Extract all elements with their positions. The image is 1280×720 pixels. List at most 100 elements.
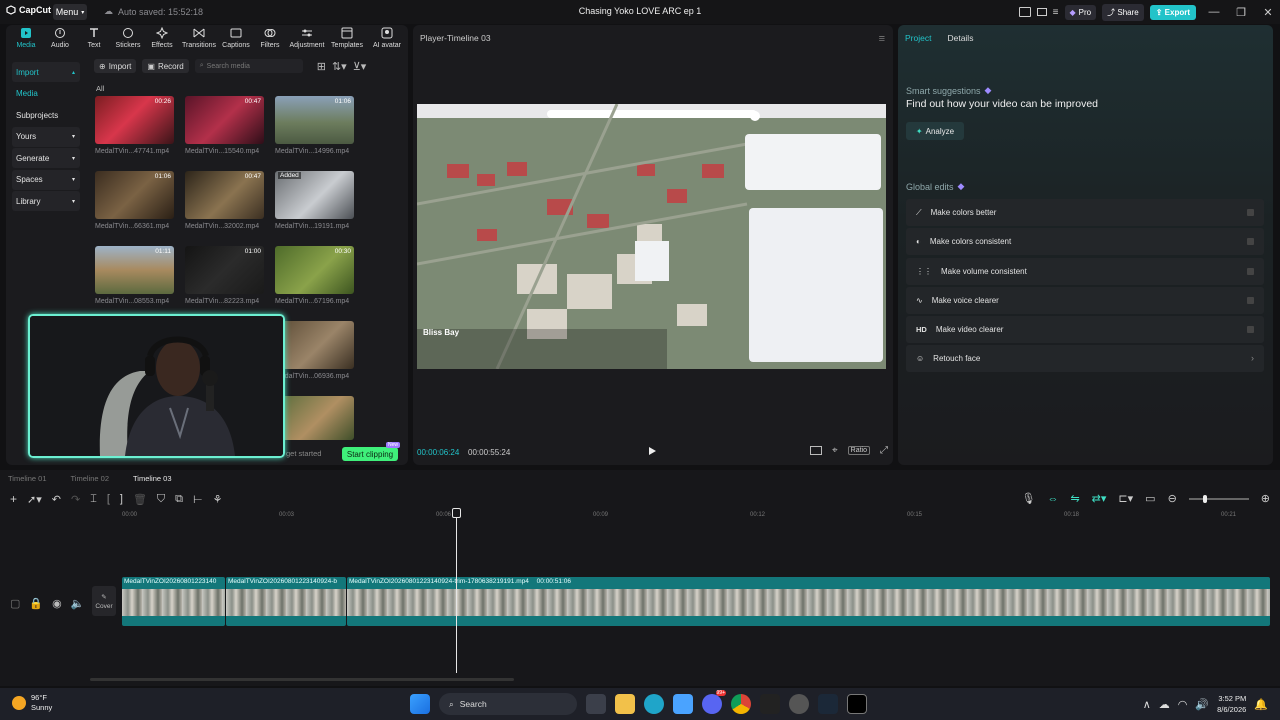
tab-timeline-03[interactable]: Timeline 03 bbox=[133, 474, 172, 483]
shield-icon[interactable]: ⛉ bbox=[157, 493, 165, 506]
media-thumb[interactable]: 00:47 MedalTVin...32002.mp4 bbox=[185, 171, 264, 230]
tool-media[interactable]: Media bbox=[10, 27, 42, 49]
media-thumb[interactable]: 00:47 MedalTVin...15540.mp4 bbox=[185, 96, 264, 155]
tool-effects[interactable]: Effects bbox=[146, 27, 178, 49]
sidebar-item-yours[interactable]: Yours ▾ bbox=[12, 126, 80, 147]
filter-icon[interactable]: ⊻▾ bbox=[353, 60, 367, 73]
mic-icon[interactable]: 🎙 bbox=[1021, 492, 1035, 505]
share-button[interactable]: ⤴ Share bbox=[1102, 3, 1144, 21]
media-thumb[interactable]: 00:30 MedalTVin...67196.mp4 bbox=[275, 246, 354, 305]
delete-icon[interactable]: 🗑 bbox=[133, 493, 147, 506]
add-icon[interactable]: + bbox=[10, 492, 17, 506]
zoom-in-icon[interactable]: ⊕ bbox=[1261, 492, 1270, 505]
media-thumb[interactable]: 01:11 MedalTVin...08553.mp4 bbox=[95, 246, 174, 305]
tab-timeline-01[interactable]: Timeline 01 bbox=[8, 474, 47, 483]
windows-start-icon[interactable] bbox=[410, 694, 430, 714]
split-icon[interactable]: ⌶ bbox=[90, 493, 97, 506]
timeline-ruler[interactable]: 00:00 00:03 00:06 00:09 00:12 00:15 00:1… bbox=[122, 510, 1272, 524]
video-preview[interactable]: Bliss Bay bbox=[417, 104, 886, 369]
tool-transitions[interactable]: Transitions bbox=[180, 27, 218, 49]
sidebar-item-import[interactable]: Import ▴ bbox=[12, 62, 80, 82]
media-thumb[interactable]: 01:06 MedalTVin...66361.mp4 bbox=[95, 171, 174, 230]
media-thumb[interactable] bbox=[275, 396, 354, 440]
freeze-icon[interactable]: ⊢ bbox=[193, 493, 203, 506]
global-edit-make-colors-consistent[interactable]: ◐ Make colors consistent bbox=[906, 228, 1264, 256]
taskbar-search[interactable]: ⌕ Search bbox=[439, 693, 577, 715]
tool-filters[interactable]: Filters bbox=[254, 27, 286, 49]
clock[interactable]: 3:52 PM 8/6/2026 bbox=[1217, 693, 1246, 715]
weather-widget[interactable]: 96°F Sunny bbox=[12, 693, 52, 713]
tool-stickers[interactable]: Stickers bbox=[112, 27, 144, 49]
timeline-clip[interactable]: MedalTVinZOI20260801223140 bbox=[122, 577, 225, 626]
timeline-scrollbar[interactable] bbox=[90, 678, 514, 681]
tool-adjustment[interactable]: Adjustment bbox=[288, 27, 326, 49]
tab-project[interactable]: Project bbox=[905, 33, 931, 43]
medal-icon[interactable] bbox=[760, 694, 780, 714]
tab-details[interactable]: Details bbox=[947, 33, 973, 43]
fullscreen-preview-icon[interactable] bbox=[810, 446, 823, 455]
global-edit-make-voice-clearer[interactable]: ∿ Make voice clearer bbox=[906, 286, 1264, 314]
zoom-slider-thumb[interactable] bbox=[1202, 494, 1207, 503]
maximize-icon[interactable]: ❐ bbox=[1232, 6, 1250, 19]
crop-icon[interactable]: ⌖ bbox=[832, 445, 838, 456]
task-view-icon[interactable] bbox=[586, 694, 606, 714]
close-icon[interactable]: ✕ bbox=[1256, 6, 1280, 19]
snap-icon[interactable]: ⇄▾ bbox=[1092, 492, 1107, 505]
pro-button[interactable]: ◆ Pro bbox=[1064, 4, 1097, 20]
analyze-button[interactable]: ✦ Analyze bbox=[906, 122, 964, 140]
playhead-handle[interactable] bbox=[452, 508, 461, 518]
media-thumb[interactable]: Added MedalTVin...19191.mp4 bbox=[275, 171, 354, 230]
tool-templates[interactable]: Templates bbox=[328, 27, 366, 49]
magnet-icon[interactable]: ⇋ bbox=[1070, 492, 1079, 505]
toggle-switch[interactable] bbox=[1247, 296, 1254, 304]
sidebar-item-subprojects[interactable]: Subprojects bbox=[12, 105, 80, 125]
trim-right-icon[interactable]: ] bbox=[120, 493, 123, 505]
toggle-switch[interactable] bbox=[1247, 326, 1254, 334]
sidebar-item-media[interactable]: Media bbox=[12, 84, 80, 104]
timeline-clip[interactable]: MedalTVinZOI20260801223140924-b bbox=[226, 577, 346, 626]
menu-button[interactable]: Menu ▾ bbox=[53, 4, 87, 20]
settings-icon[interactable] bbox=[789, 694, 809, 714]
toggle-switch[interactable] bbox=[1247, 238, 1254, 246]
grid-view-icon[interactable]: ⊞ bbox=[317, 60, 326, 73]
steam-icon[interactable] bbox=[818, 694, 838, 714]
more-icon[interactable]: ≡ bbox=[1053, 7, 1059, 18]
undo-icon[interactable]: ↶ bbox=[52, 493, 61, 506]
layout-icon[interactable] bbox=[1018, 7, 1031, 17]
volume-icon[interactable]: 🔊 bbox=[1195, 698, 1209, 711]
play-button[interactable] bbox=[647, 446, 657, 456]
track-select-icon[interactable]: ▢ bbox=[10, 597, 20, 610]
magic-icon[interactable]: ⚘ bbox=[213, 493, 223, 506]
global-edit-make-video-clearer[interactable]: HD Make video clearer bbox=[906, 316, 1264, 344]
link-icon[interactable]: ⇔ bbox=[1047, 493, 1058, 505]
tool-captions[interactable]: Captions bbox=[220, 27, 252, 49]
playhead[interactable] bbox=[456, 508, 457, 673]
tool-ai-avatar[interactable]: AI avatar bbox=[368, 27, 406, 49]
zoom-out-icon[interactable]: ⊖ bbox=[1168, 492, 1177, 505]
toggle-switch[interactable] bbox=[1247, 267, 1254, 275]
eye-icon[interactable]: ◉ bbox=[52, 597, 62, 610]
ratio-button[interactable]: Ratio bbox=[847, 446, 870, 455]
sidebar-item-library[interactable]: Library ▾ bbox=[12, 191, 80, 211]
record-button[interactable]: ▣ Record bbox=[142, 59, 189, 73]
global-edit-retouch-face[interactable]: ☺ Retouch face › bbox=[906, 345, 1264, 373]
media-thumb[interactable]: 01:06 MedalTVin...14996.mp4 bbox=[275, 96, 354, 155]
onedrive-icon[interactable]: ☁ bbox=[1159, 698, 1170, 711]
minimize-icon[interactable]: — bbox=[1202, 6, 1226, 18]
cover-button[interactable]: ✎ Cover bbox=[92, 586, 116, 616]
expand-icon[interactable]: ⤢ bbox=[880, 445, 888, 456]
bell-icon[interactable]: 🔔 bbox=[1254, 698, 1268, 711]
file-explorer-icon[interactable] bbox=[615, 694, 635, 714]
global-edit-make-colors-better[interactable]: ⟋ Make colors better bbox=[906, 199, 1264, 226]
timeline-clip[interactable]: MedalTVinZOI20260801223140924-trim-17806… bbox=[347, 577, 1270, 626]
preview-axis-icon[interactable]: ⊏▾ bbox=[1118, 492, 1133, 505]
lock-icon[interactable]: 🔒 bbox=[29, 597, 43, 610]
chrome-icon[interactable] bbox=[731, 694, 751, 714]
replace-icon[interactable]: ⧉ bbox=[175, 493, 183, 506]
redo-icon[interactable]: ↷ bbox=[71, 493, 80, 506]
global-edit-make-volume-consistent[interactable]: ⋮⋮ Make volume consistent bbox=[906, 257, 1264, 285]
select-tool-icon[interactable]: ➚▾ bbox=[27, 493, 42, 506]
shortcut-icon[interactable] bbox=[1036, 8, 1047, 16]
export-button[interactable]: ⇪ Export bbox=[1149, 4, 1196, 20]
tool-audio[interactable]: Audio bbox=[44, 27, 76, 49]
